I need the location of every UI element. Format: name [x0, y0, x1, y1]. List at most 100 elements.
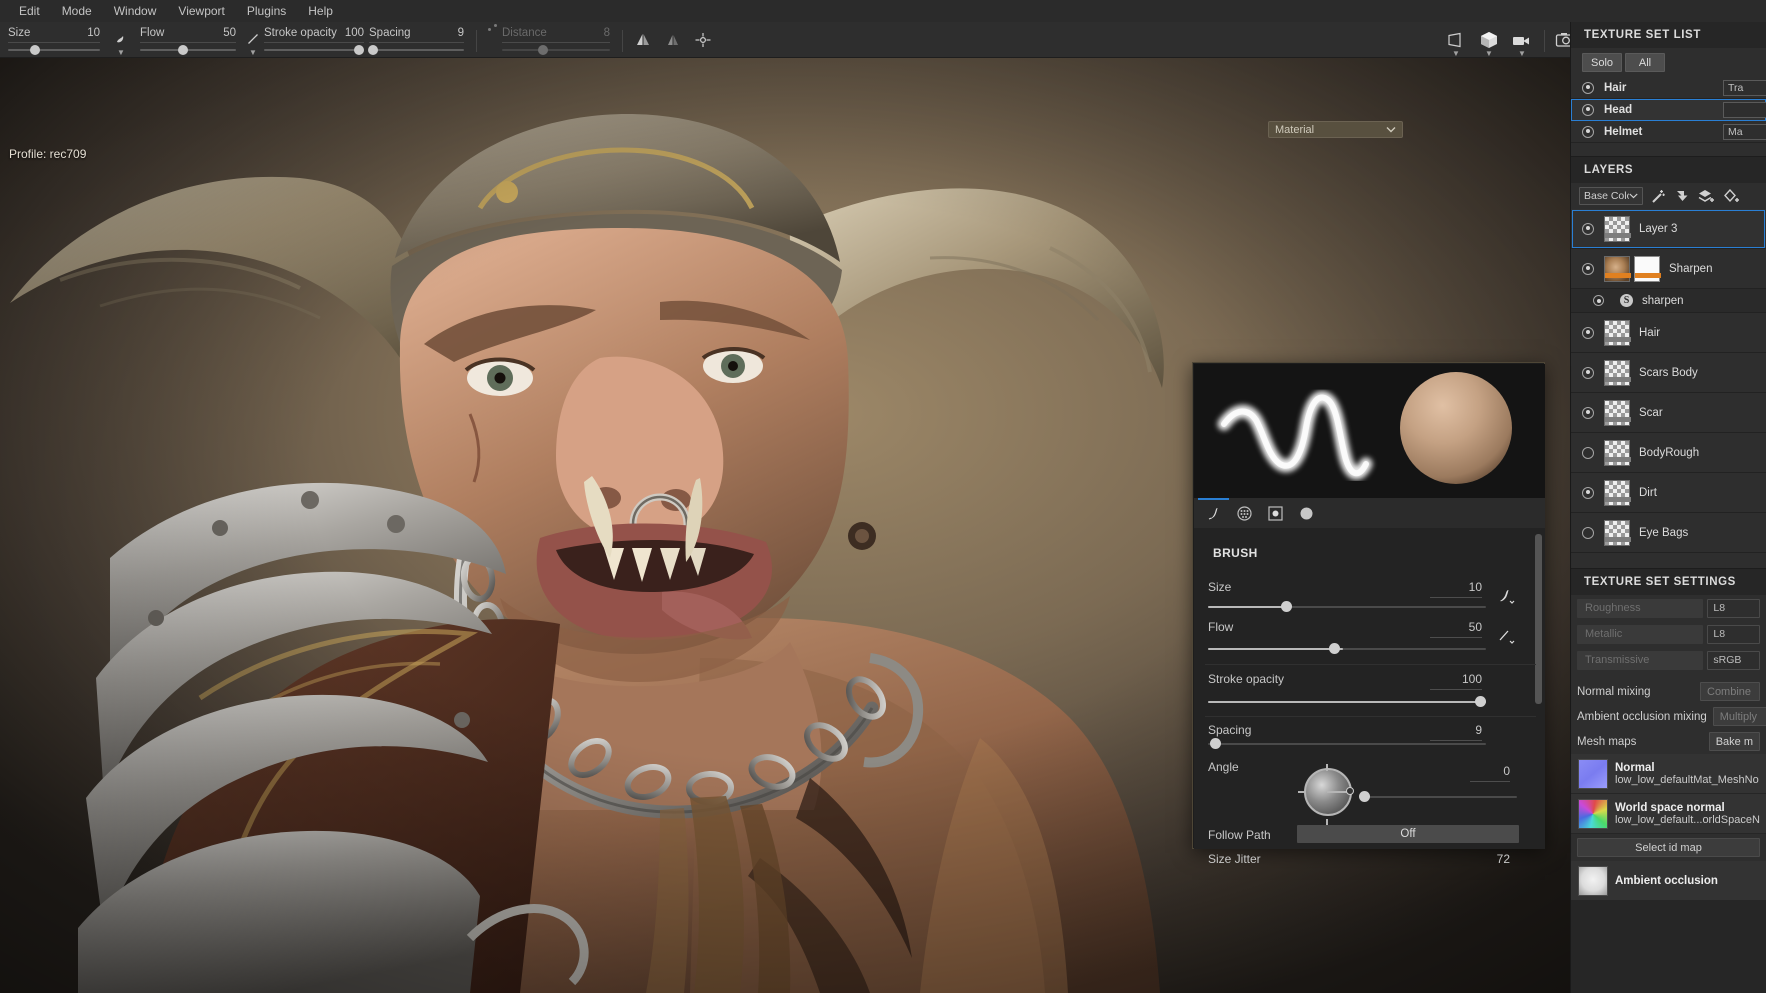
chevron-down-icon[interactable]: ▼ [112, 48, 130, 58]
layer-row-hair[interactable]: Hair [1571, 313, 1766, 353]
toolbar-flow-property[interactable]: Flow 50 [134, 22, 242, 58]
brush-angle-slider-knob[interactable] [1359, 791, 1370, 802]
all-button[interactable]: All [1625, 53, 1665, 72]
toolbar-size-property[interactable]: Size 10 [0, 22, 108, 58]
ao-mixing-dropdown[interactable]: Multiply [1713, 707, 1766, 726]
toolbar-flow-value[interactable]: 50 [196, 27, 236, 39]
channel-row-transmissive[interactable]: Transmissive sRGB [1571, 647, 1766, 673]
refresh-layer-icon[interactable] [1674, 188, 1691, 205]
layer-visibility-icon[interactable] [1582, 223, 1594, 235]
brush-flow-slider-knob[interactable] [1329, 643, 1340, 654]
brush-flow-value[interactable]: 50 [1430, 620, 1482, 634]
toolbar-size-value[interactable]: 10 [60, 27, 100, 39]
layer-row-sharpen[interactable]: Sharpen [1571, 249, 1766, 289]
brush-stroke-opacity-slider-knob[interactable] [1475, 696, 1486, 707]
add-fill-layer-icon[interactable] [1723, 188, 1741, 205]
add-layer-icon[interactable] [1698, 188, 1716, 205]
symmetry-plane-icon[interactable] [662, 30, 684, 50]
layer-thumbnail[interactable] [1604, 216, 1630, 242]
layer-thumbnail[interactable] [1604, 520, 1630, 546]
channel-format-transmissive[interactable]: sRGB [1707, 651, 1760, 670]
menu-item-help[interactable]: Help [297, 1, 344, 21]
brush-properties-panel[interactable]: BRUSH Size 10 Flow 50 Stroke [1192, 362, 1545, 849]
visibility-radio-icon[interactable] [1582, 82, 1594, 94]
brush-angle-value[interactable]: 0 [1470, 764, 1510, 778]
texture-set-row-helmet[interactable]: Helmet Ma [1571, 121, 1766, 143]
channel-row-metallic[interactable]: Metallic L8 [1571, 621, 1766, 647]
visibility-radio-icon[interactable] [1582, 126, 1594, 138]
toolbar-distance-value[interactable]: 8 [570, 27, 610, 39]
layer-mask-thumbnail[interactable] [1634, 256, 1660, 282]
angle-dial-handle[interactable] [1346, 787, 1354, 795]
chevron-down-icon[interactable]: ▼ [1443, 50, 1469, 58]
menu-item-mode[interactable]: Mode [51, 1, 103, 21]
brush-panel-scrollbar[interactable] [1535, 534, 1542, 704]
layer-row-sharpen-effect[interactable]: S sharpen [1571, 289, 1766, 313]
layer-row-eye-bags[interactable]: Eye Bags [1571, 513, 1766, 553]
channel-format-metallic[interactable]: L8 [1707, 625, 1760, 644]
mesh-map-row-normal[interactable]: Normal low_low_defaultMat_MeshNo [1571, 754, 1766, 794]
layer-row-scars-body[interactable]: Scars Body [1571, 353, 1766, 393]
layer-row-scar[interactable]: Scar [1571, 393, 1766, 433]
brush-pressure-icon[interactable] [1497, 588, 1517, 613]
channel-format-roughness[interactable]: L8 [1707, 599, 1760, 618]
menu-item-viewport[interactable]: Viewport [167, 1, 235, 21]
toolbar-spacing-value[interactable]: 9 [424, 27, 464, 39]
tab-brush[interactable] [1198, 498, 1229, 528]
tab-grid[interactable] [1229, 498, 1260, 528]
layer-visibility-icon[interactable] [1582, 487, 1594, 499]
mesh-map-row-ambient-occlusion[interactable]: Ambient occlusion [1571, 861, 1766, 901]
magic-effect-icon[interactable] [1650, 188, 1667, 205]
follow-path-toggle[interactable]: Off [1297, 825, 1519, 843]
toolbar-spacing-property[interactable]: Spacing 9 [364, 22, 468, 58]
layer-visibility-icon[interactable] [1582, 527, 1594, 539]
flow-pressure-icon[interactable] [1497, 628, 1517, 653]
brush-size-value[interactable]: 10 [1430, 580, 1482, 594]
select-id-map-button[interactable]: Select id map [1577, 838, 1760, 857]
material-mode-dropdown[interactable]: Material [1268, 121, 1403, 138]
tab-shading[interactable] [1291, 498, 1322, 528]
brush-spacing-slider-knob[interactable] [1210, 738, 1221, 749]
channel-row-roughness[interactable]: Roughness L8 [1571, 595, 1766, 621]
texture-set-row-head[interactable]: Head [1571, 99, 1766, 121]
tab-alpha[interactable] [1260, 498, 1291, 528]
layer-visibility-icon[interactable] [1582, 367, 1594, 379]
chevron-down-icon[interactable]: ▼ [244, 48, 262, 58]
layer-thumbnail[interactable] [1604, 400, 1630, 426]
texture-set-row-hair[interactable]: Hair Tra [1571, 77, 1766, 99]
channel-selector[interactable]: Base Colo [1579, 187, 1643, 205]
layer-thumbnail[interactable] [1604, 440, 1630, 466]
visibility-radio-icon[interactable] [1582, 104, 1594, 116]
brush-stroke-opacity-value[interactable]: 100 [1430, 672, 1482, 686]
toolbar-distance-property[interactable]: Distance 8 [486, 22, 616, 58]
symmetry-axis-icon[interactable] [692, 30, 714, 50]
layer-row-dirt[interactable]: Dirt [1571, 473, 1766, 513]
normal-mixing-dropdown[interactable]: Combine [1700, 682, 1760, 701]
layer-row-bodyrough[interactable]: BodyRough [1571, 433, 1766, 473]
layer-visibility-icon[interactable] [1582, 327, 1594, 339]
layer-thumbnail[interactable] [1604, 320, 1630, 346]
solo-button[interactable]: Solo [1582, 53, 1622, 72]
bake-maps-button[interactable]: Bake m [1709, 732, 1760, 751]
menu-item-plugins[interactable]: Plugins [236, 1, 297, 21]
layer-thumbnail[interactable] [1604, 480, 1630, 506]
symmetry-mirror-icon[interactable] [632, 30, 654, 50]
stroke-line-icon[interactable] [244, 30, 262, 48]
toolbar-stroke-opacity-value[interactable]: 100 [324, 27, 364, 39]
mesh-map-row-world-space-normal[interactable]: World space normal low_low_default...orl… [1571, 794, 1766, 834]
toolbar-stroke-opacity-property[interactable]: Stroke opacity 100 [264, 22, 368, 58]
brush-spacing-value[interactable]: 9 [1430, 723, 1482, 737]
size-jitter-value[interactable]: 72 [1470, 852, 1510, 866]
layer-thumbnail[interactable] [1604, 360, 1630, 386]
effect-visibility-icon[interactable] [1593, 295, 1604, 306]
layer-thumbnail[interactable] [1604, 256, 1630, 282]
layer-visibility-icon[interactable] [1582, 447, 1594, 459]
brush-size-slider-knob[interactable] [1281, 601, 1292, 612]
menu-item-edit[interactable]: Edit [8, 1, 51, 21]
chevron-down-icon[interactable]: ▼ [1509, 50, 1535, 58]
chevron-down-icon[interactable]: ▼ [1476, 50, 1502, 58]
brush-tip-icon[interactable] [112, 30, 130, 48]
layer-row-layer3[interactable]: Layer 3 [1571, 209, 1766, 249]
layer-visibility-icon[interactable] [1582, 263, 1594, 275]
layer-visibility-icon[interactable] [1582, 407, 1594, 419]
